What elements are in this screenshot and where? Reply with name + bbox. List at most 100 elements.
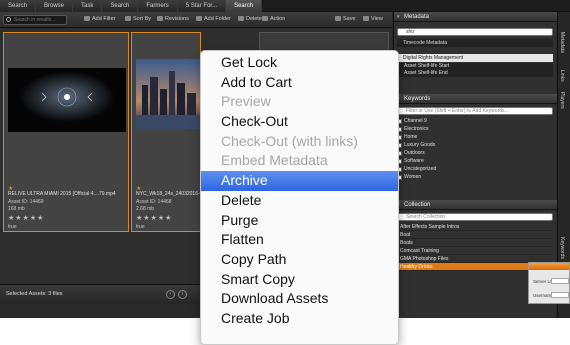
delete-label: Delete xyxy=(246,16,262,22)
drm-section-header[interactable]: Digital Rights Management xyxy=(397,54,553,62)
collection-item[interactable]: Boat xyxy=(397,231,553,239)
menu-item-get-lock[interactable]: Get Lock xyxy=(201,53,398,73)
tab-browse[interactable]: Browse xyxy=(36,0,74,12)
collection-header[interactable]: ▾ Collection xyxy=(394,200,557,210)
tab-search-1[interactable]: Search xyxy=(0,0,37,12)
results-search-placeholder: Search in results... xyxy=(14,17,56,23)
collection-header-label: Collection xyxy=(404,202,431,208)
collection-item[interactable]: After Effects Sample Intros xyxy=(397,223,553,231)
menu-item-delete[interactable]: Delete xyxy=(201,191,398,211)
keyword-item[interactable]: Uncategorized xyxy=(397,166,553,173)
tab-search-active[interactable]: Search xyxy=(226,0,263,12)
asset-size: 168 mb xyxy=(8,206,25,212)
menu-item-check-out-with-links: Check-Out (with links) xyxy=(221,132,358,149)
menu-item-purge[interactable]: Purge xyxy=(201,211,398,231)
keyword-item[interactable]: Home xyxy=(397,134,553,141)
action-label: Action xyxy=(270,16,286,22)
keyword-label: Women xyxy=(404,174,422,180)
metadata-search-value: sho xyxy=(406,29,415,35)
tab-bar: Search Browse Task Search Farmers 5 Star… xyxy=(0,0,570,12)
revisions-button[interactable]: Revisions xyxy=(157,16,189,22)
trash-icon xyxy=(238,16,244,21)
add-folder-button[interactable]: Add Folder xyxy=(196,16,231,22)
tab-farmers[interactable]: Farmers xyxy=(138,0,178,12)
drm-start-row[interactable]: Asset Shelf-life Start xyxy=(397,63,553,70)
keywords-filter-input[interactable]: Filter or Use (Shift + Enter) to Add Key… xyxy=(397,107,553,115)
collection-search-placeholder: Search Collection xyxy=(406,214,446,220)
menu-item-preview: Preview xyxy=(221,93,271,110)
menu-item-smart-copy[interactable]: Smart Copy xyxy=(201,270,398,290)
username-input[interactable] xyxy=(551,292,569,298)
drm-end-row[interactable]: Asset Shelf-life End xyxy=(397,70,553,77)
add-folder-label: Add Folder xyxy=(204,16,231,22)
keywords-header-label: Keywords xyxy=(404,96,431,102)
keyword-item[interactable]: Software xyxy=(397,158,553,165)
menu-item-download-assets[interactable]: Download Assets xyxy=(201,289,398,309)
rating-stars[interactable]: ★★★★★ xyxy=(8,214,44,222)
menu-item-add-to-cart[interactable]: Add to Cart xyxy=(201,73,398,93)
collection-item[interactable]: Boats xyxy=(397,239,553,247)
asset-card[interactable]: ★ NYC_Wk18_24s_24032016-01 Asset ID: 144… xyxy=(131,32,205,232)
collection-item[interactable]: Comcast Training xyxy=(397,247,553,255)
menu-item-copy-path[interactable]: Copy Path xyxy=(201,250,398,270)
selected-assets-count: Selected Assets: 3 files xyxy=(6,291,63,297)
side-tab-players[interactable]: Players xyxy=(559,92,565,109)
tab-search-2[interactable]: Search xyxy=(102,0,139,12)
keyword-item[interactable]: Electronics xyxy=(397,126,553,133)
menu-item-create-job[interactable]: Create Job xyxy=(201,309,398,329)
asset-title: NYC_Wk18_24s_24032016-01 xyxy=(136,191,206,197)
action-button[interactable]: Action xyxy=(262,16,285,22)
image-thumbnail xyxy=(136,59,202,129)
delete-button[interactable]: Delete xyxy=(238,16,262,22)
menu-item-flatten[interactable]: Flatten xyxy=(201,230,398,250)
add-filter-label: Add Filter xyxy=(92,16,116,22)
metadata-search-input[interactable]: sho xyxy=(397,28,553,36)
video-thumbnail xyxy=(8,68,126,132)
keyword-item[interactable]: Channel 9 xyxy=(397,118,553,125)
side-tab-keywords[interactable]: Keywords xyxy=(559,237,565,259)
save-icon xyxy=(335,16,341,21)
keyword-item[interactable]: Luxury Goods xyxy=(397,142,553,149)
metadata-header[interactable]: ▾ Metadata xyxy=(394,12,557,22)
results-search-input[interactable]: Search in results... xyxy=(3,15,67,25)
menu-item-embed-metadata: Embed Metadata xyxy=(221,152,328,169)
video-preview-graphic xyxy=(8,68,126,132)
eye-icon xyxy=(363,16,369,21)
keywords-header[interactable]: ▾ Keywords xyxy=(394,94,557,104)
city-skyline-graphic xyxy=(136,59,202,129)
view-button[interactable]: View xyxy=(363,16,383,22)
keyword-item[interactable]: Women xyxy=(397,174,553,181)
filter-icon xyxy=(84,16,90,21)
asset-card[interactable]: ★ RELIVE ULTRA MIAMI 2015 [Official 4...… xyxy=(3,32,129,232)
side-tab-metadata[interactable]: Metadata xyxy=(559,32,565,53)
tab-5-star[interactable]: 5 Star For... xyxy=(177,0,227,12)
server-url-input[interactable] xyxy=(551,278,569,284)
rating-stars[interactable]: ★★★★★ xyxy=(136,214,172,222)
prev-page-button[interactable]: ‹ xyxy=(166,290,175,299)
asset-flag: true xyxy=(8,224,17,230)
keyword-label: Software xyxy=(404,158,424,164)
keyword-label: Outdoors xyxy=(404,150,425,156)
keyword-label: Electronics xyxy=(404,126,429,132)
save-label: Save xyxy=(343,16,356,22)
menu-item-check-out[interactable]: Check-Out xyxy=(201,112,398,132)
collection-search-input[interactable]: Search Collection xyxy=(397,213,553,221)
tab-task[interactable]: Task xyxy=(73,0,103,12)
gear-icon xyxy=(262,16,268,21)
keyword-label: Luxury Goods xyxy=(404,142,436,148)
save-button[interactable]: Save xyxy=(335,16,356,22)
view-label: View xyxy=(371,16,383,22)
revisions-icon xyxy=(157,16,163,21)
timecode-metadata-row[interactable]: Timecode Metadata xyxy=(397,39,553,47)
side-tab-links[interactable]: Links xyxy=(559,70,565,82)
popup-titlebar xyxy=(529,263,569,270)
add-filter-button[interactable]: Add Filter xyxy=(84,16,116,22)
keyword-label: Home xyxy=(404,134,418,140)
next-page-button[interactable]: › xyxy=(178,290,187,299)
keyword-item[interactable]: Outdoors xyxy=(397,150,553,157)
menu-item-archive[interactable]: Archive xyxy=(201,171,398,191)
sort-by-button[interactable]: Sort By xyxy=(125,16,151,22)
sort-icon xyxy=(125,16,131,21)
folder-icon xyxy=(196,16,202,21)
sort-by-label: Sort By xyxy=(133,16,152,22)
